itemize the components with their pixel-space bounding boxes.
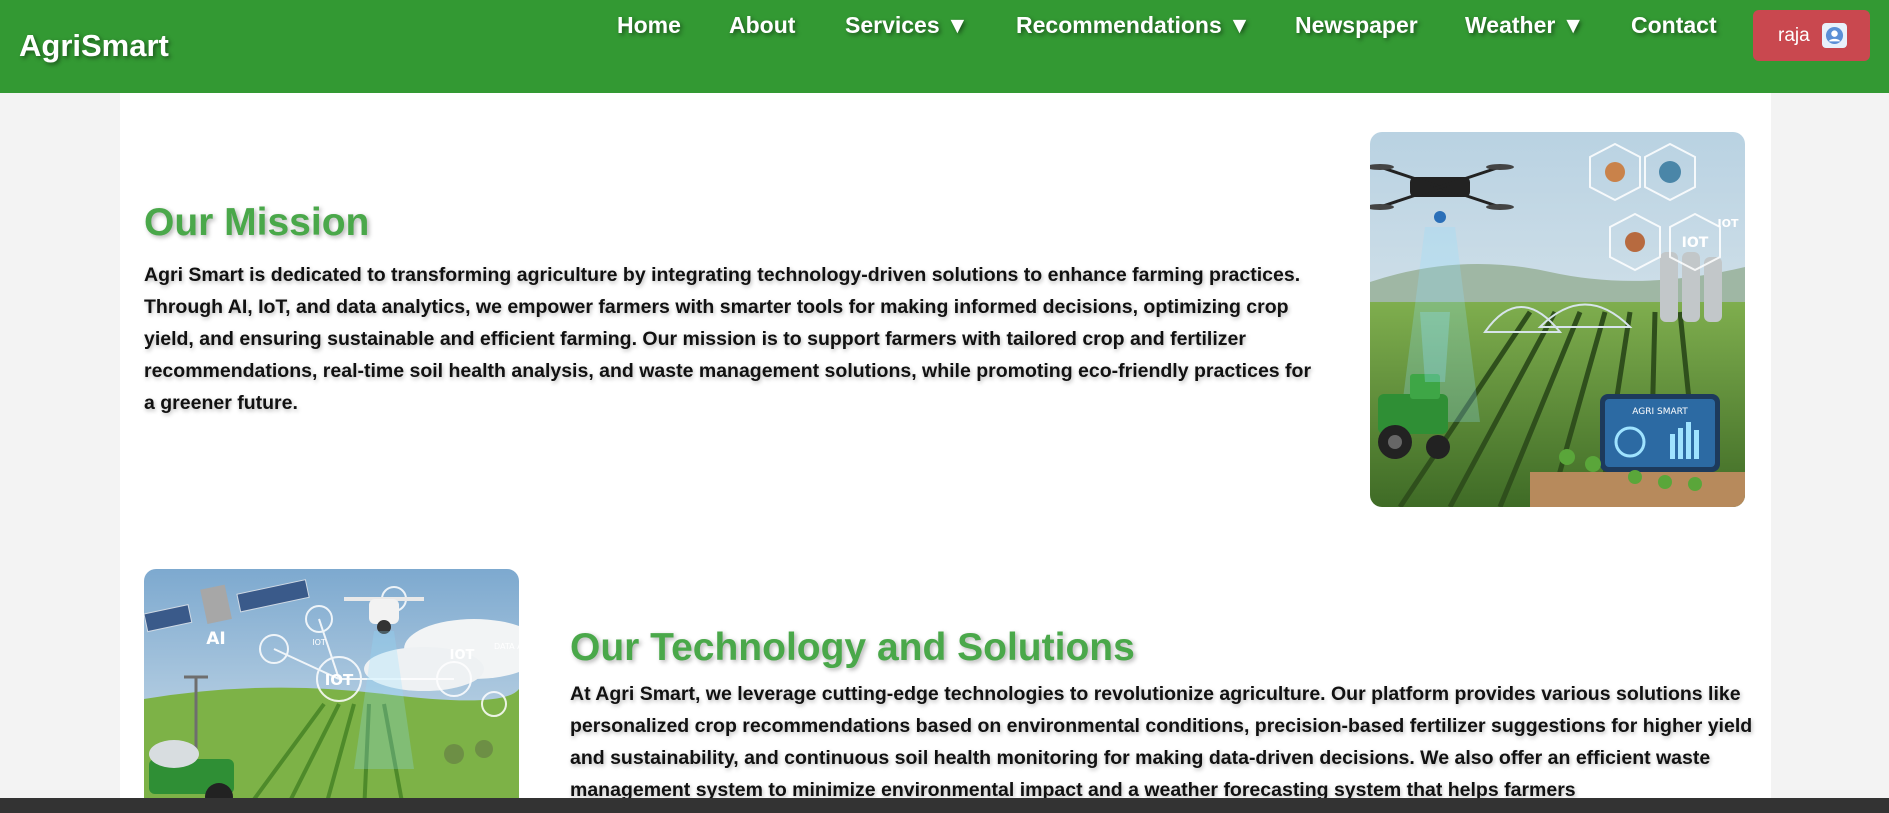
nav-services-dropdown[interactable]: Services ▼ — [845, 12, 969, 39]
nav-home[interactable]: Home — [617, 12, 681, 39]
user-menu-button[interactable]: raja — [1753, 10, 1870, 61]
mission-text: Agri Smart is dedicated to transforming … — [144, 264, 1312, 414]
nav-newspaper[interactable]: Newspaper — [1295, 12, 1418, 39]
technology-image: AI IOT IOT IOT DATA ANALYT — [144, 569, 519, 813]
technology-text: At Agri Smart, we leverage cutting-edge … — [570, 683, 1753, 801]
tech-image-iot-right-label: IOT — [450, 648, 475, 663]
nav-contact[interactable]: Contact — [1631, 12, 1717, 39]
mission-image-tablet-label: AGRI SMART — [1632, 407, 1688, 417]
technology-title: Our Technology and Solutions — [570, 626, 1135, 669]
tech-image-iot-small-label: IOT — [312, 638, 326, 647]
brand-logo[interactable]: AgriSmart — [19, 28, 169, 64]
nav-recommendations-dropdown[interactable]: Recommendations ▼ — [1016, 12, 1251, 39]
mission-image-iot-badge-2: IOT — [1718, 217, 1739, 230]
user-avatar-icon — [1821, 23, 1847, 48]
mission-image: IOT IOT AGRI SMART — [1370, 132, 1745, 507]
top-navbar: AgriSmart Home About Services ▼ Recommen… — [0, 0, 1889, 93]
mission-title: Our Mission — [144, 201, 370, 244]
tech-image-iot-center-label: IOT — [325, 671, 354, 689]
mission-image-iot-badge: IOT — [1682, 235, 1709, 251]
tech-image-data-label: DATA ANALYT — [494, 642, 519, 651]
main-content: Our Mission Agri Smart is dedicated to t… — [120, 93, 1771, 813]
nav-about[interactable]: About — [729, 12, 795, 39]
bottom-bar — [0, 798, 1889, 813]
user-name: raja — [1778, 24, 1810, 46]
nav-weather-dropdown[interactable]: Weather ▼ — [1465, 12, 1584, 39]
tech-image-ai-label: AI — [206, 629, 225, 649]
